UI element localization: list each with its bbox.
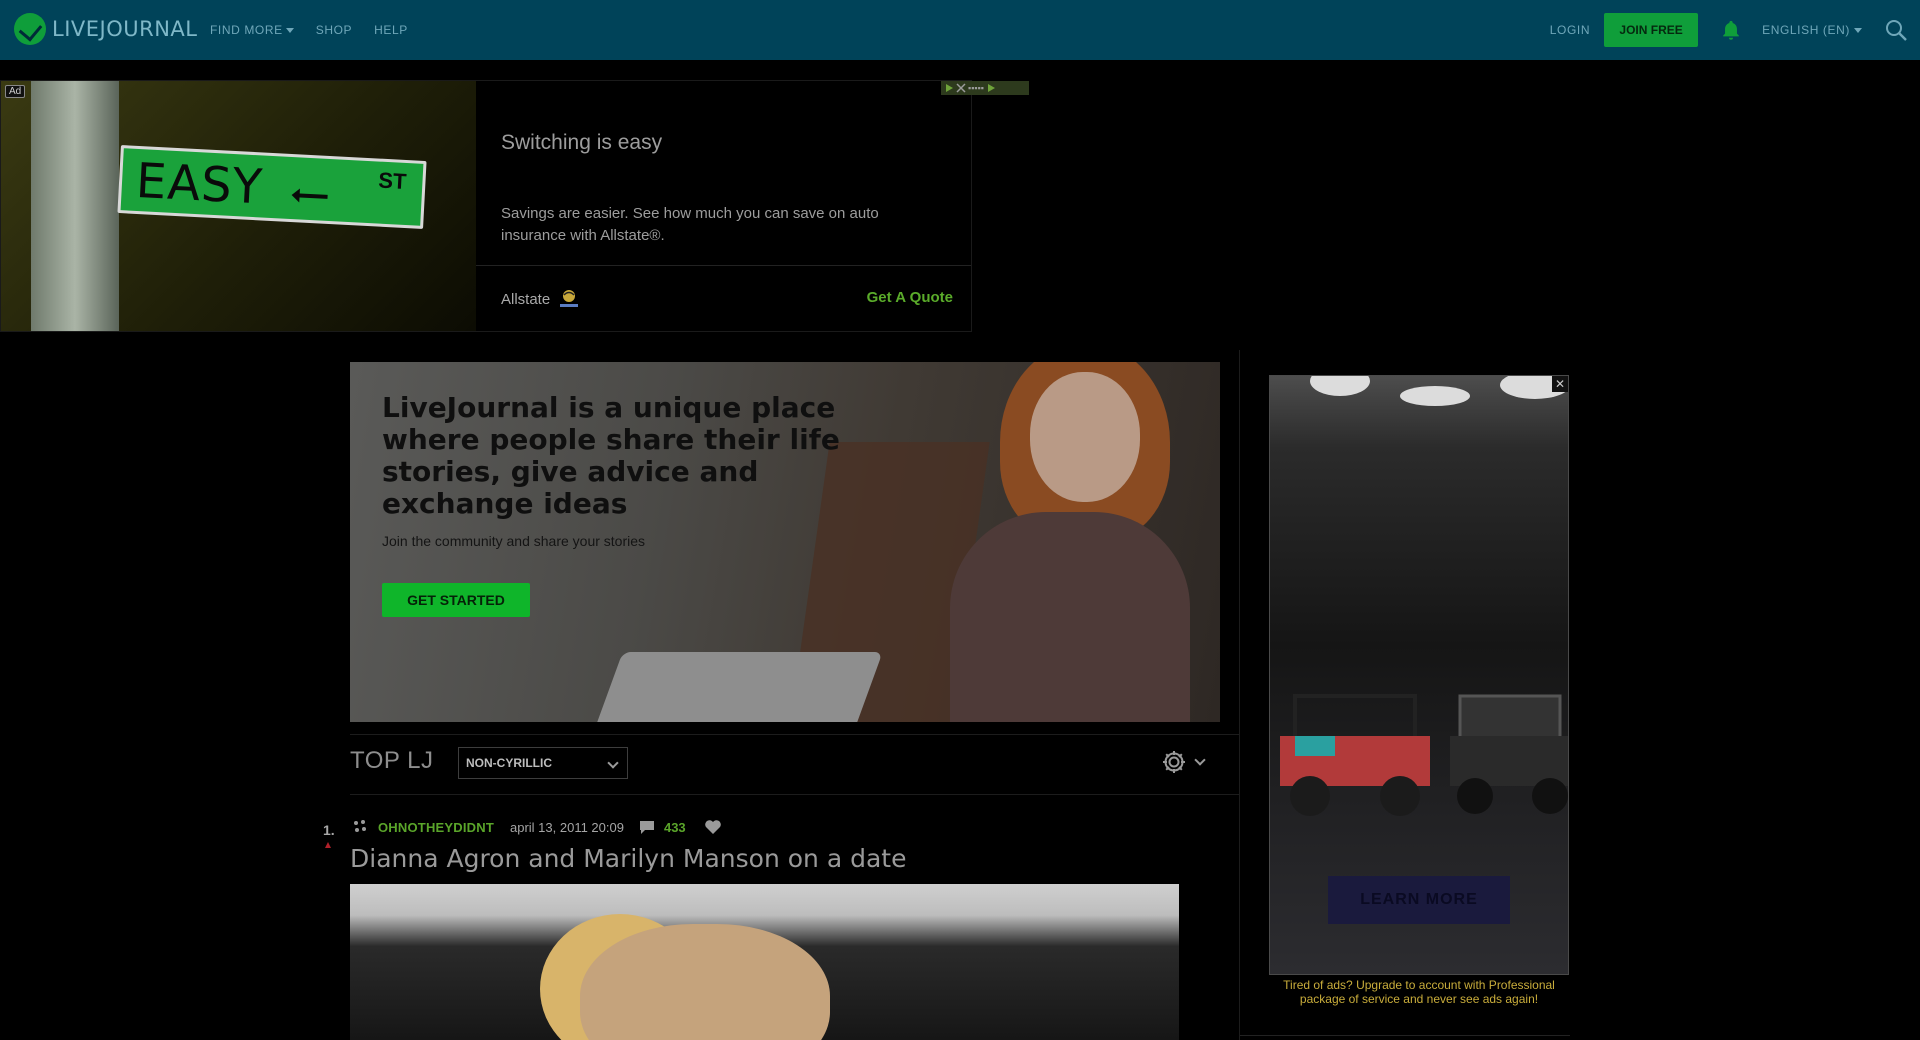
join-free-button[interactable]: JOIN FREE xyxy=(1604,13,1699,47)
caret-down-icon xyxy=(285,27,294,33)
nav-help-label: HELP xyxy=(374,23,408,37)
upgrade-link[interactable]: Tired of ads? Upgrade to account with Pr… xyxy=(1269,978,1569,1006)
sign-suffix: ST xyxy=(377,167,408,195)
header-actions: LOGIN JOIN FREE ENGLISH (EN) xyxy=(1550,0,1920,60)
bell-icon[interactable] xyxy=(1720,18,1742,42)
comment-count[interactable]: 433 xyxy=(664,820,686,835)
section-divider xyxy=(350,734,1240,735)
cloud-shape xyxy=(1400,386,1470,406)
logo-text: LIVEJOURNAL xyxy=(52,17,198,41)
street-sign: EASY ST xyxy=(117,145,427,229)
learn-more-button[interactable]: LEARN MORE xyxy=(1328,876,1510,924)
language-selector[interactable]: ENGLISH (EN) xyxy=(1762,23,1862,37)
allstate-hands-icon xyxy=(560,290,579,307)
left-arrow-icon xyxy=(297,193,328,199)
post-image[interactable] xyxy=(350,884,1179,1040)
login-link[interactable]: LOGIN xyxy=(1550,23,1590,37)
livejournal-logo-icon xyxy=(14,13,46,45)
chevron-down-icon[interactable] xyxy=(1194,754,1206,766)
comment-icon[interactable] xyxy=(638,819,656,835)
ad-title: Switching is easy xyxy=(501,131,663,154)
post-rank: 1. xyxy=(323,822,335,838)
hero-banner: LiveJournal is a unique place where peop… xyxy=(350,362,1220,722)
top-banner-ad[interactable]: EASY ST Ad ▪▪▪▪▪ Switching is easy Savin… xyxy=(0,80,1029,332)
livejournal-logo[interactable]: LIVEJOURNAL xyxy=(14,13,198,45)
gear-icon[interactable] xyxy=(1160,748,1188,776)
ad-image-easy-street: EASY ST Ad xyxy=(1,81,476,331)
post-meta: OHNOTHEYDIDNT april 13, 2011 20:09 433 xyxy=(352,819,722,835)
language-label: ENGLISH (EN) xyxy=(1762,23,1850,37)
post-date: april 13, 2011 20:09 xyxy=(510,819,624,835)
sign-pole xyxy=(31,81,119,331)
ad-divider xyxy=(476,265,971,266)
post-title[interactable]: Dianna Agron and Marilyn Manson on a dat… xyxy=(350,844,906,873)
ad-description: Savings are easier. See how much you can… xyxy=(501,205,879,244)
get-a-quote-link[interactable]: Get A Quote xyxy=(867,289,953,306)
hero-laptop xyxy=(597,652,883,722)
close-ad-icon[interactable]: ✕ xyxy=(1552,376,1568,392)
ad-badge: Ad xyxy=(5,85,26,98)
community-icon xyxy=(354,820,366,832)
nav-help[interactable]: HELP xyxy=(374,23,408,37)
region-filter-select[interactable]: NON-CYRILLIC xyxy=(458,747,628,779)
caret-down-icon xyxy=(1854,27,1862,33)
ad-brand-name: Allstate xyxy=(501,290,551,308)
nav-shop[interactable]: SHOP xyxy=(316,23,352,37)
nav-find-more-label: FIND MORE xyxy=(210,23,283,37)
ad-brand: Allstate xyxy=(501,288,582,310)
search-icon[interactable] xyxy=(1884,18,1908,42)
hero-heading: LiveJournal is a unique place where peop… xyxy=(382,391,840,520)
sidebar-divider xyxy=(1240,1035,1570,1036)
hero-woman-photo xyxy=(910,362,1220,722)
hero-face xyxy=(1030,372,1140,502)
region-filter-value: NON-CYRILLIC xyxy=(466,756,552,770)
hero-subtext: Join the community and share your storie… xyxy=(382,533,646,549)
column-divider xyxy=(1239,350,1240,1040)
main-nav: FIND MORE SHOP HELP xyxy=(210,0,408,60)
top-navigation-bar: LIVEJOURNAL FIND MORE SHOP HELP LOGIN JO… xyxy=(0,0,1920,60)
nav-find-more[interactable]: FIND MORE xyxy=(210,23,294,37)
cloud-shape xyxy=(1310,376,1370,396)
hero-shirt xyxy=(950,512,1190,722)
heart-icon[interactable] xyxy=(704,819,722,835)
get-started-button[interactable]: GET STARTED xyxy=(382,583,530,617)
nav-shop-label: SHOP xyxy=(315,23,353,37)
ad-copy: Switching is easy Savings are easier. Se… xyxy=(476,81,971,331)
post-image-face xyxy=(580,924,830,1040)
chevron-down-icon xyxy=(607,757,619,769)
sidebar-ad[interactable]: ✕ LEARN MORE xyxy=(1269,375,1569,975)
sign-word: EASY xyxy=(134,152,265,216)
red-jeep-image xyxy=(1280,694,1430,816)
rank-up-icon xyxy=(325,842,331,848)
play-triangle-icon xyxy=(987,84,995,92)
section-divider xyxy=(350,794,1240,795)
black-jeep-image xyxy=(1450,694,1568,814)
community-link[interactable]: OHNOTHEYDIDNT xyxy=(378,820,494,835)
top-lj-title: TOP LJ xyxy=(350,747,434,774)
